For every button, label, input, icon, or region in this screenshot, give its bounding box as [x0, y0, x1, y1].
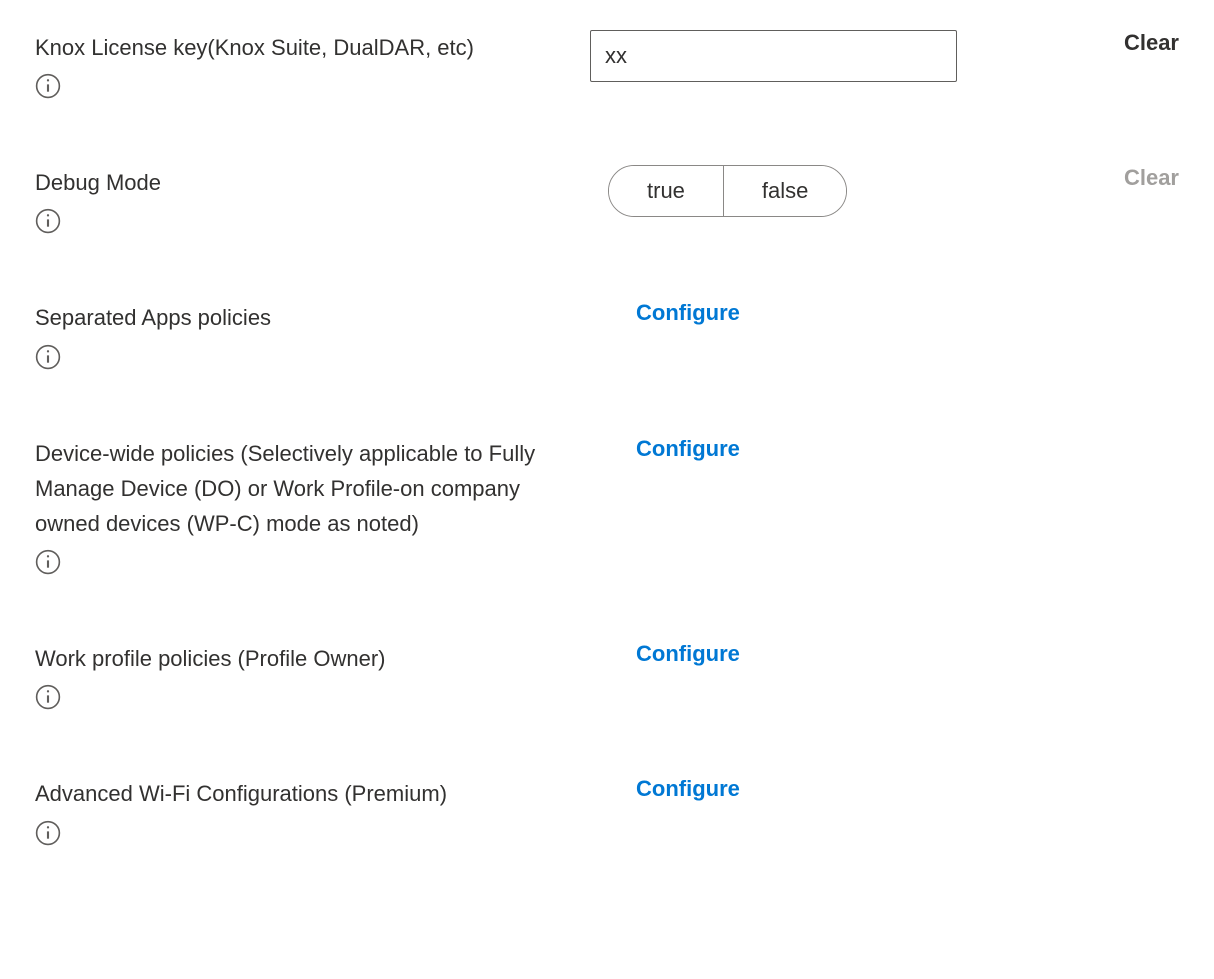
- configure-link-wifi[interactable]: Configure: [636, 776, 740, 802]
- configure-link-separated-apps[interactable]: Configure: [636, 300, 740, 326]
- row-debug-mode: Debug Mode true false Clear: [35, 165, 1179, 240]
- label-wifi: Advanced Wi-Fi Configurations (Premium): [35, 776, 560, 811]
- label-col-wifi: Advanced Wi-Fi Configurations (Premium): [35, 776, 590, 851]
- row-wifi: Advanced Wi-Fi Configurations (Premium) …: [35, 776, 1179, 851]
- info-icon[interactable]: [35, 684, 61, 710]
- control-col-separated-apps: Configure: [590, 300, 1069, 326]
- control-col-debug-mode: true false: [590, 165, 1069, 217]
- label-col-device-wide: Device-wide policies (Selectively applic…: [35, 436, 590, 582]
- label-col-work-profile: Work profile policies (Profile Owner): [35, 641, 590, 716]
- info-icon[interactable]: [35, 820, 61, 846]
- label-separated-apps: Separated Apps policies: [35, 300, 560, 335]
- label-col-debug-mode: Debug Mode: [35, 165, 590, 240]
- info-icon[interactable]: [35, 208, 61, 234]
- label-col-knox-license: Knox License key(Knox Suite, DualDAR, et…: [35, 30, 590, 105]
- info-icon[interactable]: [35, 344, 61, 370]
- row-separated-apps: Separated Apps policies Configure: [35, 300, 1179, 375]
- label-work-profile: Work profile policies (Profile Owner): [35, 641, 560, 676]
- debug-mode-true-button[interactable]: true: [609, 166, 724, 216]
- row-work-profile: Work profile policies (Profile Owner) Co…: [35, 641, 1179, 716]
- info-icon[interactable]: [35, 73, 61, 99]
- action-col-knox-license: Clear: [1069, 30, 1179, 56]
- clear-button-debug-mode: Clear: [1124, 165, 1179, 190]
- label-knox-license: Knox License key(Knox Suite, DualDAR, et…: [35, 30, 560, 65]
- label-device-wide: Device-wide policies (Selectively applic…: [35, 436, 560, 542]
- configure-link-device-wide[interactable]: Configure: [636, 436, 740, 462]
- clear-button-knox-license[interactable]: Clear: [1124, 30, 1179, 55]
- row-knox-license: Knox License key(Knox Suite, DualDAR, et…: [35, 30, 1179, 105]
- row-device-wide: Device-wide policies (Selectively applic…: [35, 436, 1179, 582]
- knox-license-input[interactable]: [590, 30, 957, 82]
- info-icon[interactable]: [35, 549, 61, 575]
- action-col-debug-mode: Clear: [1069, 165, 1179, 191]
- configure-link-work-profile[interactable]: Configure: [636, 641, 740, 667]
- debug-mode-false-button[interactable]: false: [724, 166, 846, 216]
- label-debug-mode: Debug Mode: [35, 165, 560, 200]
- control-col-device-wide: Configure: [590, 436, 1069, 462]
- control-col-knox-license: [590, 30, 1069, 82]
- control-col-work-profile: Configure: [590, 641, 1069, 667]
- label-col-separated-apps: Separated Apps policies: [35, 300, 590, 375]
- control-col-wifi: Configure: [590, 776, 1069, 802]
- debug-mode-toggle: true false: [608, 165, 847, 217]
